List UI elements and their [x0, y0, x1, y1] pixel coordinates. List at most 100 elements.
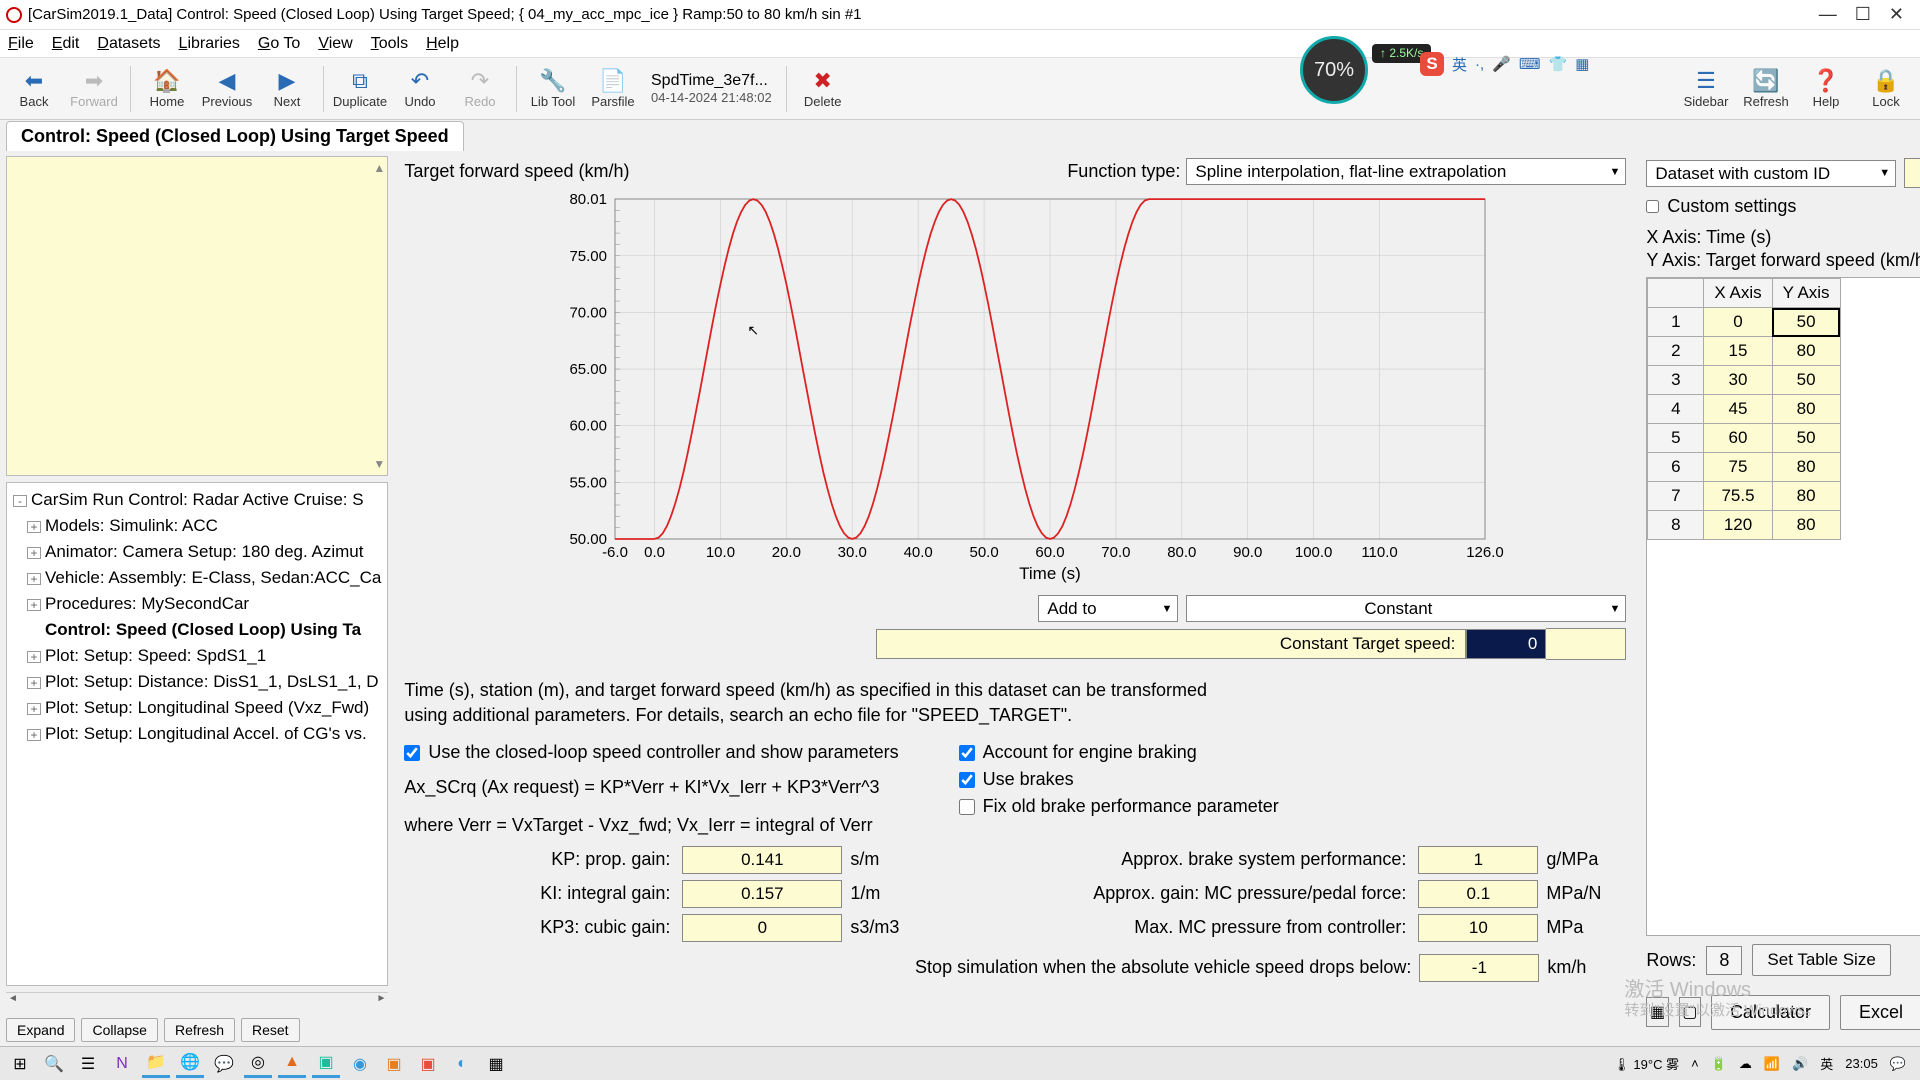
tree-item[interactable]: +Vehicle: Assembly: E-Class, Sedan:ACC_C…	[11, 565, 383, 591]
tray-notifications-icon[interactable]: 💬	[1890, 1056, 1906, 1072]
taskbar[interactable]: ⊞ 🔍 ☰ N 📁 🌐 💬 ◎ ▲ ▣ ◉ ▣ ▣ ◐ ▦ 🌡 19°C 雾 ˄…	[0, 1046, 1920, 1080]
keyboard-icon[interactable]: ⌨	[1519, 55, 1541, 73]
weather-widget[interactable]: 🌡 19°C 雾	[1613, 1054, 1679, 1073]
set-table-size-button[interactable]: Set Table Size	[1752, 944, 1890, 976]
next-button[interactable]: ▶Next	[259, 61, 315, 117]
parsfile-button[interactable]: 📄Parsfile	[585, 61, 641, 117]
dataset-id-value[interactable]: 1201	[1904, 158, 1920, 188]
menu-datasets[interactable]: Datasets	[97, 35, 160, 53]
table-row[interactable]: 67580	[1648, 453, 1840, 482]
bgain-input[interactable]	[1418, 880, 1538, 908]
table-row[interactable]: 775.580	[1648, 482, 1840, 511]
redo-button[interactable]: ↷Redo	[452, 61, 508, 117]
delete-button[interactable]: ✖Delete	[795, 61, 851, 117]
onenote-icon[interactable]: N	[108, 1050, 136, 1078]
expand-button[interactable]: Expand	[6, 1018, 75, 1042]
tray-volume-icon[interactable]: 🔊	[1792, 1056, 1808, 1072]
tree-panel[interactable]: -CarSim Run Control: Radar Active Cruise…	[6, 482, 388, 986]
matlab-icon[interactable]: ▲	[278, 1050, 306, 1078]
table-row[interactable]: 56050	[1648, 424, 1840, 453]
ki-input[interactable]	[682, 880, 842, 908]
kp3-input[interactable]	[682, 914, 842, 942]
libtool-button[interactable]: 🔧Lib Tool	[525, 61, 581, 117]
app-icon-2[interactable]: ▣	[312, 1050, 340, 1078]
maxmc-input[interactable]	[1418, 914, 1538, 942]
tray-onedrive-icon[interactable]: ☁	[1739, 1056, 1752, 1072]
tree-item[interactable]: +Models: Simulink: ACC	[11, 513, 383, 539]
tree-item[interactable]: +Plot: Setup: Longitudinal Accel. of CG'…	[11, 721, 383, 747]
scroll-down-icon[interactable]: ▼	[373, 457, 385, 471]
home-button[interactable]: 🏠Home	[139, 61, 195, 117]
tree-item[interactable]: +Plot: Setup: Speed: SpdS1_1	[11, 643, 383, 669]
search-icon[interactable]: 🔍	[40, 1050, 68, 1078]
menu-libraries[interactable]: Libraries	[179, 35, 240, 53]
back-button[interactable]: ⬅Back	[6, 61, 62, 117]
tree-item[interactable]: -CarSim Run Control: Radar Active Cruise…	[11, 487, 383, 513]
explorer-icon[interactable]: 📁	[142, 1050, 170, 1078]
reset-button[interactable]: Reset	[241, 1018, 300, 1042]
th-y[interactable]: Y Axis	[1772, 279, 1840, 308]
table-row[interactable]: 44580	[1648, 395, 1840, 424]
grid-icon[interactable]: ▦	[1575, 55, 1589, 73]
table-row[interactable]: 812080	[1648, 511, 1840, 540]
app-icon-6[interactable]: ◐	[448, 1050, 476, 1078]
tree-refresh-button[interactable]: Refresh	[164, 1018, 235, 1042]
tree-item[interactable]: +Procedures: MySecondCar	[11, 591, 383, 617]
menu-tools[interactable]: Tools	[371, 35, 408, 53]
tree-item[interactable]: +Animator: Camera Setup: 180 deg. Azimut	[11, 539, 383, 565]
tree-hscroll[interactable]	[6, 992, 388, 1008]
sidebar-button[interactable]: ☰Sidebar	[1678, 61, 1734, 117]
use-closed-checkbox[interactable]: Use the closed-loop speed controller and…	[404, 742, 898, 763]
scroll-up-icon[interactable]: ▲	[373, 161, 385, 175]
addto-select[interactable]: Add to	[1038, 595, 1178, 622]
menu-edit[interactable]: Edit	[52, 35, 80, 53]
constant-target-input[interactable]: 0	[1466, 629, 1546, 659]
ime-toolbar[interactable]: S 英·, 🎤 ⌨ 👕 ▦	[1420, 52, 1589, 76]
collapse-button[interactable]: Collapse	[81, 1018, 157, 1042]
engine-brake-checkbox[interactable]: Account for engine braking	[959, 742, 1279, 763]
previous-button[interactable]: ◀Previous	[199, 61, 255, 117]
app-icon-5[interactable]: ▣	[414, 1050, 442, 1078]
maximize-button[interactable]: ☐	[1855, 4, 1871, 25]
carsim-icon[interactable]: ◎	[244, 1050, 272, 1078]
tree-item[interactable]: +Plot: Setup: Distance: DisS1_1, DsLS1_1…	[11, 669, 383, 695]
table-row[interactable]: 1050	[1648, 308, 1840, 337]
taskview-icon[interactable]: ☰	[74, 1050, 102, 1078]
refresh-button[interactable]: 🔄Refresh	[1738, 61, 1794, 117]
kp-input[interactable]	[682, 846, 842, 874]
tree-item[interactable]: +Plot: Setup: Longitudinal Speed (Vxz_Fw…	[11, 695, 383, 721]
mic-icon[interactable]: 🎤	[1492, 55, 1511, 73]
app-icon-3[interactable]: ◉	[346, 1050, 374, 1078]
start-button[interactable]: ⊞	[6, 1050, 34, 1078]
tree-item[interactable]: Control: Speed (Closed Loop) Using Ta	[11, 617, 383, 643]
chrome-icon[interactable]: 🌐	[176, 1050, 204, 1078]
minimize-button[interactable]: —	[1819, 4, 1837, 25]
app-icon-7[interactable]: ▦	[482, 1050, 510, 1078]
fix-old-checkbox[interactable]: Fix old brake performance parameter	[959, 796, 1279, 817]
shirt-icon[interactable]: 👕	[1549, 55, 1568, 73]
tray-wifi-icon[interactable]: 📶	[1764, 1056, 1780, 1072]
excel-button[interactable]: Excel	[1840, 995, 1920, 1030]
tray-clock[interactable]: 23:05	[1845, 1056, 1878, 1071]
sogou-icon[interactable]: S	[1420, 52, 1444, 76]
dataset-id-select[interactable]: Dataset with custom ID	[1646, 160, 1896, 187]
table-row[interactable]: 33050	[1648, 366, 1840, 395]
bperf-input[interactable]	[1418, 846, 1538, 874]
function-type-select[interactable]: Spline interpolation, flat-line extrapol…	[1186, 158, 1626, 185]
menu-file[interactable]: File	[8, 35, 34, 53]
menu-goto[interactable]: Go To	[258, 35, 300, 53]
wechat-icon[interactable]: 💬	[210, 1050, 238, 1078]
chart-area[interactable]: -6.00.010.020.030.040.050.060.070.080.09…	[404, 189, 1626, 589]
use-brakes-checkbox[interactable]: Use brakes	[959, 769, 1279, 790]
table-row[interactable]: 21580	[1648, 337, 1840, 366]
lock-button[interactable]: 🔒Lock	[1858, 61, 1914, 117]
help-button[interactable]: ❓Help	[1798, 61, 1854, 117]
menu-help[interactable]: Help	[426, 35, 459, 53]
stop-input[interactable]	[1419, 954, 1539, 982]
close-button[interactable]: ✕	[1889, 4, 1904, 25]
undo-button[interactable]: ↶Undo	[392, 61, 448, 117]
addto-value-select[interactable]: Constant	[1186, 595, 1626, 622]
ime-lang[interactable]: 英	[1452, 54, 1467, 75]
th-x[interactable]: X Axis	[1704, 279, 1772, 308]
tray-ime-icon[interactable]: 英	[1820, 1054, 1833, 1073]
